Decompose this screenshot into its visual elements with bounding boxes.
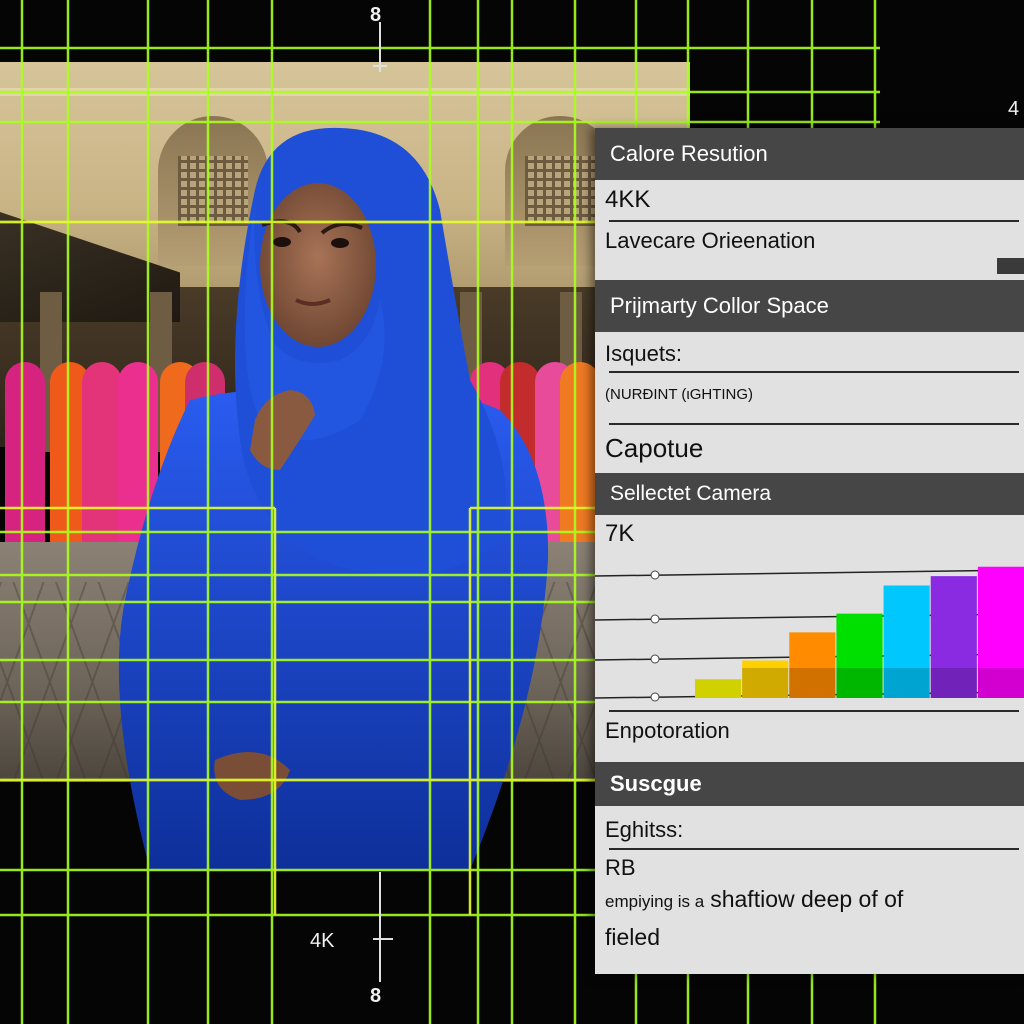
chart-bar-shade	[695, 679, 742, 698]
face	[260, 183, 376, 347]
section-header-suscgue: Suscgue	[595, 762, 1024, 806]
right-edge-label: 4	[1008, 98, 1020, 120]
divider	[609, 848, 1019, 850]
resolution-axis-label: 4K	[310, 930, 335, 952]
chart-bar-shade	[789, 668, 836, 698]
bottom-axis-marker: 8	[370, 985, 382, 1007]
section-header-resolution: Calore Resution	[595, 128, 1024, 180]
top-axis-tick	[373, 22, 387, 72]
chart-guide-knob[interactable]	[650, 692, 660, 702]
rb-setting[interactable]: RB	[595, 852, 1024, 884]
divider	[609, 220, 1019, 222]
camera-settings-panel: Calore Resution 4KK Lavecare Orieenation…	[595, 128, 1024, 974]
divider	[609, 423, 1019, 425]
chart-bar-shade	[930, 668, 977, 698]
divider	[609, 371, 1019, 373]
section-header-color-space: Prijmarty Collor Space	[595, 280, 1024, 332]
capture-setting[interactable]: Capotue	[595, 426, 1024, 470]
eghitss-setting[interactable]: Eghitss:	[595, 812, 1024, 848]
eye-left	[273, 237, 291, 247]
chart-bar-shade	[836, 668, 883, 698]
chart-bar-shade	[883, 668, 930, 698]
color-level-chart	[595, 566, 1024, 702]
chart-guide-knob[interactable]	[650, 570, 660, 580]
section-header-camera: Sellectet Camera	[595, 473, 1024, 515]
chart-guide-knob[interactable]	[650, 614, 660, 624]
description-continued: fieled	[605, 923, 660, 950]
bottom-axis-tick	[373, 872, 393, 982]
description-prefix: empiying is a	[605, 892, 705, 911]
description-main: shaftiow deep of of	[710, 886, 904, 912]
isquets-setting[interactable]: Isquets:	[595, 334, 1024, 374]
orientation-slider-handle[interactable]	[997, 258, 1024, 274]
eye-right	[331, 238, 349, 248]
exploration-setting[interactable]: Enpotoration	[595, 712, 1024, 750]
depth-description: empiying is a shaftiow deep of of	[595, 886, 1024, 920]
chart-guide-knob[interactable]	[650, 654, 660, 664]
subject-figure	[118, 127, 549, 870]
chart-bar-shade	[742, 668, 789, 698]
chart-bar-shade	[977, 668, 1024, 698]
lighting-setting[interactable]: (NURÐINT (ιGHTING)	[595, 378, 1024, 410]
camera-value[interactable]: 7K	[595, 516, 1024, 552]
resolution-value[interactable]: 4KK	[595, 180, 1024, 220]
orientation-setting[interactable]: Lavecare Orieenation	[595, 224, 1024, 258]
